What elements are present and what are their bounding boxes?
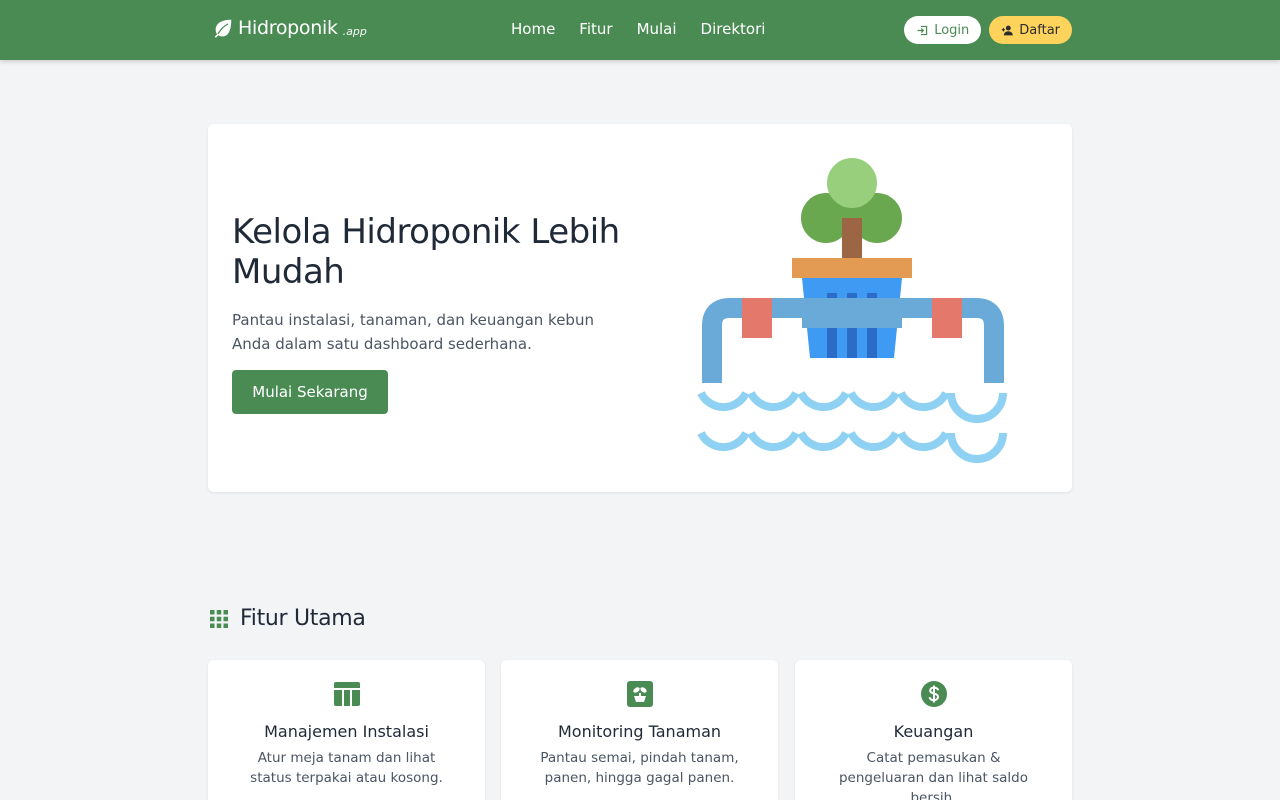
nav-link-mulai[interactable]: Mulai xyxy=(637,20,677,38)
login-button[interactable]: Login xyxy=(904,16,982,44)
features-heading: Fitur Utama xyxy=(210,606,366,631)
login-icon xyxy=(917,25,928,35)
hero-subtitle: Pantau instalasi, tanaman, dan keuangan … xyxy=(232,311,594,353)
brand-name: Hidroponik xyxy=(238,17,338,39)
brand-suffix: .app xyxy=(342,24,367,38)
start-now-button[interactable]: Mulai Sekarang xyxy=(232,370,388,414)
nav-actions: Login Daftar xyxy=(904,16,1072,44)
feature-desc: Catat pemasukan & pengeluaran dan lihat … xyxy=(838,750,1029,800)
top-navbar: Hidroponik .app Home Fitur Mulai Direkto… xyxy=(0,0,1280,60)
brand-logo[interactable]: Hidroponik .app xyxy=(212,17,367,39)
register-button[interactable]: Daftar xyxy=(989,16,1072,44)
hero-card: Kelola Hidroponik Lebih Mudah Pantau ins… xyxy=(208,124,1072,492)
features-title: Fitur Utama xyxy=(240,606,366,631)
hydroponic-plant-illustration xyxy=(697,158,1007,463)
register-label: Daftar xyxy=(1019,22,1060,38)
feature-title: Keuangan xyxy=(893,722,974,741)
feature-desc: Pantau semai, pindah tanam, panen, hingg… xyxy=(540,750,739,786)
feature-card-installation[interactable]: Manajemen Instalasi Atur meja tanam dan … xyxy=(208,660,485,800)
nav-link-fitur[interactable]: Fitur xyxy=(579,20,612,38)
dollar-icon xyxy=(920,681,947,707)
feature-title: Manajemen Instalasi xyxy=(264,722,429,741)
leaf-icon xyxy=(214,19,232,38)
table-icon xyxy=(333,682,360,706)
nav-links: Home Fitur Mulai Direktori xyxy=(511,20,765,38)
nav-link-direktori[interactable]: Direktori xyxy=(701,20,766,38)
feature-desc: Atur meja tanam dan lihat status terpaka… xyxy=(250,750,443,786)
navbar-inner: Hidroponik .app Home Fitur Mulai Direkto… xyxy=(208,0,1072,60)
feature-title: Monitoring Tanaman xyxy=(557,722,722,741)
login-label: Login xyxy=(934,22,970,38)
hero-title: Kelola Hidroponik Lebih Mudah xyxy=(232,212,620,292)
user-plus-icon xyxy=(1002,25,1014,35)
feature-card-finance[interactable]: Keuangan Catat pemasukan & pengeluaran d… xyxy=(795,660,1072,800)
nav-link-home[interactable]: Home xyxy=(511,20,555,38)
grid-icon xyxy=(210,609,228,628)
feature-card-monitoring[interactable]: Monitoring Tanaman Pantau semai, pindah … xyxy=(501,660,778,800)
plant-icon xyxy=(626,681,653,707)
